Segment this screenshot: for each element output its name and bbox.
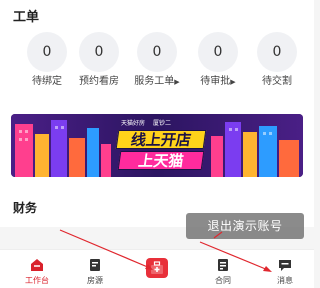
workorder-title: 工单 [13,10,40,25]
count-circle: 0 [257,32,297,72]
workorder-item-viewing[interactable]: 0 预约看房 [68,32,130,94]
exit-demo-toast: 退出演示账号 [186,213,304,239]
count-circle: 0 [198,32,238,72]
message-icon [279,260,291,271]
workorder-item-label: 待交割 [262,76,292,87]
toolbox-icon [151,261,163,274]
workorder-items: 0 待绑定 0 预约看房 0 服务工单▶ 0 待审批▶ 0 待交割 [0,32,314,94]
workorder-item-label: 待审批▶ [200,76,236,87]
home-icon [31,259,43,271]
finance-title: 财务 [13,201,38,215]
tab-label: 工作台 [25,276,49,285]
workorder-item-label: 服务工单▶ [134,76,180,87]
tab-messages[interactable]: 消息 [254,250,316,288]
banner-slogan-line2: 上天猫 [117,151,205,170]
tab-label: 合同 [215,276,231,285]
toolbox-button[interactable] [146,258,168,278]
workorder-section: 工单 0 待绑定 0 预约看房 0 服务工单▶ 0 待审批▶ 0 待交割 [0,0,314,101]
banner-logos: 天猫好房 厦钞二 [121,118,177,127]
tab-label: 消息 [277,276,293,285]
caret-right-icon: ▶ [174,78,180,86]
count-circle: 0 [79,32,119,72]
count-circle: 0 [137,32,177,72]
banner-logo-right: 厦钞二 [152,120,171,127]
tab-contract[interactable]: 合同 [192,250,254,288]
workorder-item-handover[interactable]: 0 待交割 [246,32,308,94]
house-list-icon [90,259,100,271]
contract-icon [218,259,228,271]
promo-banner[interactable]: 天猫好房 厦钞二 线上开店 上天猫 [11,114,303,177]
caret-right-icon: ▶ [230,78,236,86]
workorder-item-approval[interactable]: 0 待审批▶ [187,32,249,94]
banner-section: 天猫好房 厦钞二 线上开店 上天猫 [0,101,314,187]
banner-logo-left: 天猫好房 [121,120,146,127]
tab-label: 房源 [87,276,103,285]
tab-workbench[interactable]: 工作台 [6,250,68,288]
banner-slogan-line1: 线上开店 [115,130,207,149]
count-circle: 0 [27,32,67,72]
workorder-item-label: 预约看房 [79,76,119,87]
tab-listings[interactable]: 房源 [64,250,126,288]
workorder-item-service[interactable]: 0 服务工单▶ [126,32,188,94]
